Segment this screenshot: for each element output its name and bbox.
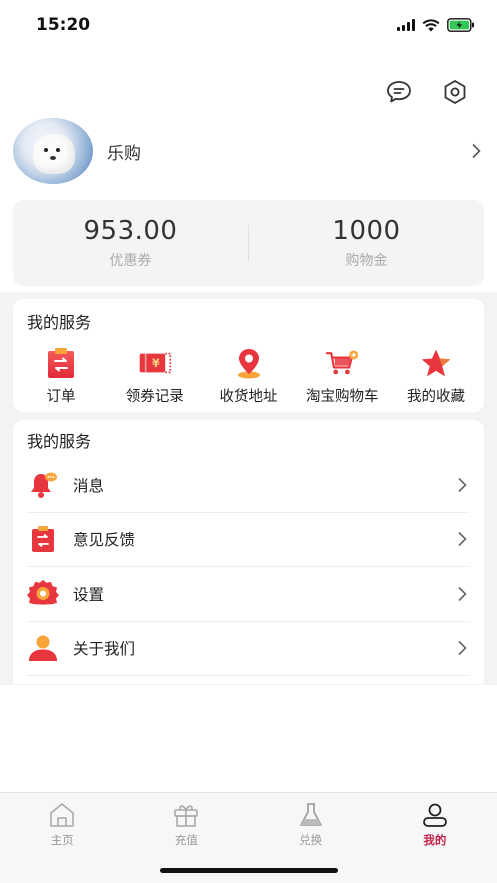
menu-item-about-label: 关于我们	[73, 640, 136, 659]
service-coupon-record-label: 领券记录	[125, 389, 184, 405]
hexagon-settings-icon	[444, 80, 466, 104]
tab-mine[interactable]: 我的	[373, 793, 497, 883]
battery-icon	[447, 18, 474, 32]
menu-title: 我的服务	[27, 432, 92, 451]
service-address[interactable]: 收货地址	[203, 347, 295, 406]
avatar[interactable]	[13, 118, 93, 184]
profile-icon	[420, 801, 450, 829]
status-bar: 15:20	[0, 0, 497, 50]
order-icon	[44, 347, 78, 379]
coupon-label: 优惠券	[109, 253, 152, 269]
chevron-right-icon	[454, 477, 470, 493]
shopping-gold-label: 购物金	[345, 253, 388, 269]
bell-icon	[27, 470, 59, 500]
home-indicator	[160, 868, 338, 873]
flask-icon	[296, 801, 326, 829]
coupon-balance[interactable]: 953.00 优惠券	[13, 216, 248, 270]
wallet-card: 953.00 优惠券 1000 购物金	[13, 200, 484, 286]
menu-item-messages-label: 消息	[73, 476, 105, 495]
shopping-gold-balance[interactable]: 1000 购物金	[249, 216, 484, 270]
service-taobao-cart[interactable]: 淘宝购物车	[296, 347, 388, 406]
services-card: 我的服务 订单 ¥ 领券记录 收货地址 淘宝购物车 我的收藏	[13, 299, 484, 412]
home-icon	[47, 801, 77, 829]
gear-icon	[27, 579, 59, 609]
tab-exchange-label: 兑换	[299, 833, 323, 847]
wifi-icon	[422, 18, 440, 31]
star-icon	[419, 347, 453, 379]
tab-home-label: 主页	[50, 833, 74, 847]
person-icon	[27, 633, 59, 663]
menu-item-settings-label: 设置	[73, 585, 105, 604]
message-button[interactable]	[385, 78, 413, 106]
service-favorites[interactable]: 我的收藏	[390, 347, 482, 406]
menu-item-feedback[interactable]: 意见反馈	[27, 513, 470, 567]
coupon-icon: ¥	[138, 347, 172, 379]
status-time: 15:20	[36, 15, 91, 35]
services-grid: 订单 ¥ 领券记录 收货地址 淘宝购物车 我的收藏	[13, 333, 484, 406]
menu-item-messages[interactable]: 消息	[27, 458, 470, 513]
status-icons	[397, 18, 475, 32]
svg-text:¥: ¥	[152, 357, 160, 370]
cart-icon	[325, 347, 359, 379]
menu-card: 我的服务 消息 意见反馈 设置 关于我们	[13, 420, 484, 684]
chevron-right-icon	[454, 640, 470, 656]
service-order-label: 订单	[46, 389, 76, 405]
profile-row[interactable]: 乐购	[13, 118, 484, 184]
tab-home[interactable]: 主页	[0, 793, 124, 883]
menu-item-settings[interactable]: 设置	[27, 567, 470, 622]
chat-bubble-icon	[387, 81, 411, 103]
tab-recharge-label: 充值	[174, 833, 198, 847]
settings-button[interactable]	[441, 78, 469, 106]
service-favorites-label: 我的收藏	[407, 389, 465, 405]
menu-item-feedback-label: 意见反馈	[73, 531, 136, 550]
chevron-right-icon	[454, 586, 470, 602]
tab-mine-label: 我的	[423, 833, 447, 847]
services-title: 我的服务	[27, 313, 92, 332]
signal-icon	[397, 19, 415, 31]
menu-item-about[interactable]: 关于我们	[27, 622, 470, 676]
coupon-value: 953.00	[83, 216, 178, 246]
chevron-right-icon	[468, 143, 484, 159]
service-order[interactable]: 订单	[15, 347, 107, 406]
top-actions	[385, 78, 469, 106]
gift-icon	[171, 801, 201, 829]
service-taobao-cart-label: 淘宝购物车	[306, 389, 379, 405]
service-address-label: 收货地址	[219, 389, 278, 405]
chevron-right-icon	[454, 531, 470, 547]
location-pin-icon	[232, 347, 266, 379]
service-coupon-record[interactable]: ¥ 领券记录	[109, 347, 201, 406]
feedback-icon	[27, 524, 59, 554]
shopping-gold-value: 1000	[332, 216, 401, 246]
username: 乐购	[107, 143, 141, 164]
